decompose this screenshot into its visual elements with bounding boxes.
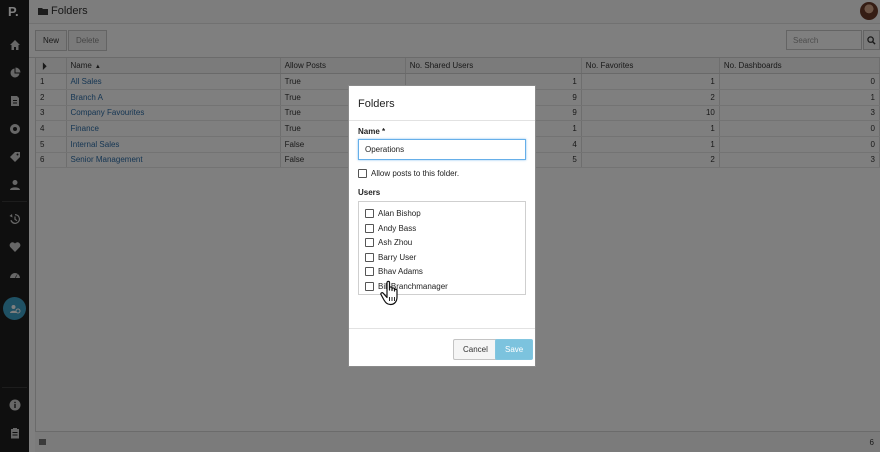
- dialog-footer-divider: [349, 328, 535, 329]
- user-option-bhav-adams[interactable]: Bhav Adams: [365, 267, 423, 276]
- save-button[interactable]: Save: [495, 339, 534, 360]
- user-name: Andy Bass: [378, 223, 417, 233]
- hand-cursor-icon: [380, 280, 398, 306]
- user-name: Alan Bishop: [378, 209, 421, 218]
- user-option-alan-bishop[interactable]: Alan Bishop: [365, 209, 421, 218]
- user-checkbox[interactable]: [365, 252, 374, 262]
- user-checkbox[interactable]: [365, 209, 374, 218]
- user-checkbox[interactable]: [365, 281, 374, 291]
- user-name: Ash Zhou: [378, 238, 413, 247]
- user-name: Barry User: [378, 252, 417, 262]
- dialog-title: Folders: [358, 98, 395, 110]
- user-option-bill-branchmanager[interactable]: Bill Branchmanager: [365, 281, 448, 291]
- user-checkbox[interactable]: [365, 223, 374, 233]
- user-checkbox[interactable]: [365, 238, 374, 247]
- users-label: Users: [358, 188, 381, 197]
- folder-name-input[interactable]: [358, 139, 526, 160]
- allow-posts-option[interactable]: Allow posts to this folder.: [358, 169, 459, 178]
- allow-posts-checkbox[interactable]: [358, 169, 367, 178]
- allow-posts-label: Allow posts to this folder.: [371, 169, 460, 178]
- name-label: Name *: [358, 127, 386, 136]
- user-name: Bhav Adams: [378, 267, 423, 276]
- user-option-ash-zhou[interactable]: Ash Zhou: [365, 238, 412, 247]
- cancel-button[interactable]: Cancel: [453, 339, 498, 360]
- user-checkbox[interactable]: [365, 267, 374, 276]
- user-option-barry-user[interactable]: Barry User: [365, 252, 417, 262]
- dialog-divider: [349, 120, 535, 121]
- folder-dialog: Folders Name * Allow posts to this folde…: [348, 85, 536, 367]
- user-option-andy-bass[interactable]: Andy Bass: [365, 223, 417, 233]
